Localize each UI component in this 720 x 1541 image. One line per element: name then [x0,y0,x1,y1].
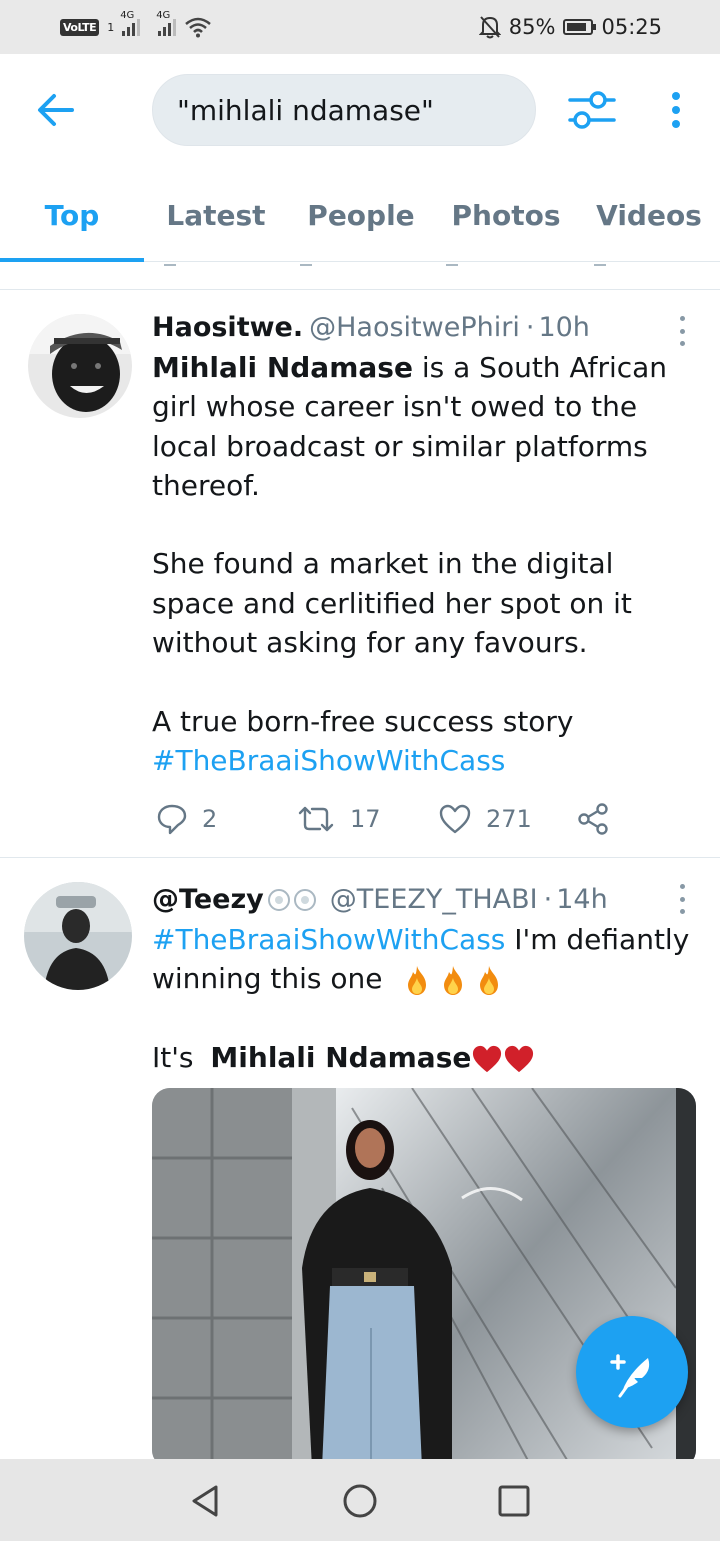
tweet-actions: 2 17 271 [152,796,622,842]
tweet-content: @Teezy @TEEZY_THABI · 14h #TheBraaiShowW… [152,880,690,1077]
search-filter-button[interactable] [566,88,618,132]
fire-emoji-icon [444,966,463,996]
share-icon [578,803,608,835]
fire-emoji-icon [408,966,427,996]
search-header: "mihlali ndamase" [0,54,720,164]
username[interactable]: @TEEZY_THABI [330,880,538,920]
tweet-content: Haositwe. @HaositwePhiri · 10h Mihlali N… [152,308,690,780]
heart-icon [439,804,471,834]
volte-badge: VoLTE [60,18,100,36]
retweet-button[interactable]: 17 [296,796,381,842]
avatar[interactable] [28,314,132,418]
sliders-icon [568,91,616,129]
reply-icon [157,804,187,835]
tweet-text-p3: A true born-free success story [152,704,574,738]
display-name[interactable]: Haositwe. [152,308,303,348]
hashtag-link[interactable]: #TheBraaiShowWithCass [152,741,690,780]
bell-muted-icon [478,16,501,39]
timestamp: 14h [556,884,608,915]
separator-dot: · [543,884,553,915]
separator-dot: · [525,312,535,343]
tweet-menu-button[interactable] [676,316,688,346]
tweet-text-p2: She found a market in the digital space … [152,547,632,660]
overflow-menu-button[interactable] [662,90,690,134]
avatar-image [24,882,132,990]
retweet-icon [298,806,334,832]
triangle-back-icon [192,1485,218,1517]
red-heart-emoji-icon [505,1045,534,1073]
retweet-count: 17 [350,805,381,833]
fire-emoji-icon [480,966,499,996]
system-nav-bar [0,1459,720,1541]
status-right: 85% 05:25 [478,15,662,39]
signal-icon: 4G [120,10,141,36]
signal-icon-2: 4G [156,10,177,36]
tab-latest[interactable]: Latest [144,168,288,262]
nav-recents-button[interactable] [494,1481,534,1521]
clock: 05:25 [601,15,662,39]
tweet-text-line2: It's [152,1040,203,1074]
username[interactable]: @HaositwePhiri [309,308,520,348]
timestamp: 10h [538,312,590,343]
reply-count: 2 [202,805,218,833]
network-type-2: 4G [156,10,171,21]
more-vertical-icon [672,92,680,128]
arrow-left-icon [38,94,74,126]
bold-name: Mihlali Ndamase [210,1040,472,1074]
tweet-text: #TheBraaiShowWithCass I'm defiantly winn… [152,920,690,1077]
tab-top[interactable]: Top [0,168,144,262]
nav-back-button[interactable] [186,1481,226,1521]
status-left: VoLTE 1 4G 4G [60,10,212,38]
battery-icon [563,19,597,35]
previous-tweet-edge [0,262,720,290]
like-button[interactable]: 271 [438,796,532,842]
reply-button[interactable]: 2 [156,796,217,842]
tab-videos[interactable]: Videos [578,168,720,262]
nav-home-button[interactable] [340,1481,380,1521]
search-tabs: Top Latest People Photos Videos [0,168,720,262]
tweet-header: Haositwe. @HaositwePhiri · 10h [152,308,690,348]
search-input[interactable]: "mihlali ndamase" [152,74,536,146]
tweet-text: Mihlali Ndamase is a South African girl … [152,348,690,780]
back-button[interactable] [34,90,78,130]
tweet-menu-button[interactable] [676,884,688,914]
avatar-image [28,314,132,418]
bold-name: Mihlali Ndamase [152,351,413,384]
status-bar: VoLTE 1 4G 4G 85% 05:25 [0,0,720,54]
display-name[interactable]: @Teezy [152,880,264,920]
like-count: 271 [486,805,532,833]
compose-feather-icon [610,1354,650,1398]
avatar[interactable] [24,882,132,990]
square-recents-icon [498,1485,530,1517]
share-button[interactable] [576,796,610,842]
tab-people[interactable]: People [288,168,434,262]
red-heart-emoji-icon [473,1045,502,1073]
tab-photos[interactable]: Photos [434,168,578,262]
tweet[interactable]: Haositwe. @HaositwePhiri · 10h Mihlali N… [0,290,720,858]
disc-emoji-icon [267,889,290,911]
hashtag-link[interactable]: #TheBraaiShowWithCass [152,923,505,956]
circle-home-icon [343,1484,377,1518]
wifi-icon [185,17,211,38]
battery-percent: 85% [508,15,556,39]
network-type-1: 4G [120,10,135,21]
disc-emoji-icon [293,889,316,911]
tweet-header: @Teezy @TEEZY_THABI · 14h [152,880,690,920]
sim-indicator: 1 [107,20,115,34]
compose-tweet-button[interactable] [576,1316,688,1428]
